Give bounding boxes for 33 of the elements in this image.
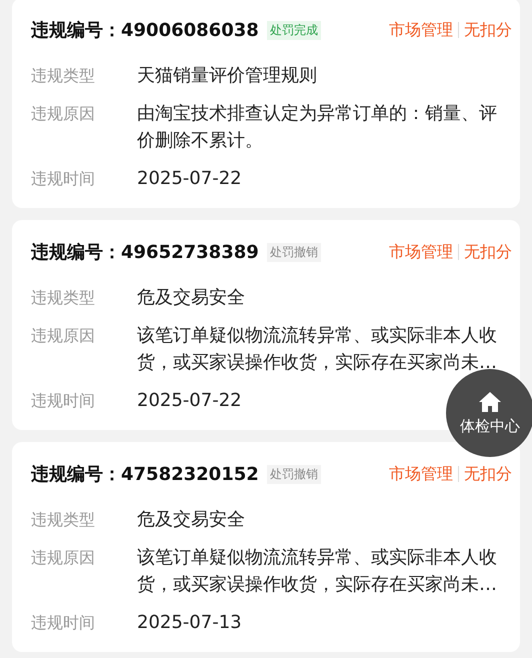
field-label: 违规时间 (31, 168, 96, 190)
home-icon (478, 390, 502, 412)
violation-number: 49006086038 (121, 20, 259, 40)
status-tag: 处罚撤销 (266, 464, 321, 484)
field-label: 违规时间 (31, 390, 96, 412)
field-label: 违规时间 (31, 612, 96, 634)
number-label: 违规编号： (31, 19, 121, 42)
field-value: 2025-07-22 (137, 389, 242, 413)
field-value: 危及交易安全 (137, 508, 245, 532)
category-label: 市场管理 (389, 20, 453, 40)
field-value: 天猫销量评价管理规则 (137, 64, 317, 88)
deduction-label: 无扣分 (464, 20, 512, 40)
field-value: 该笔订单疑似物流流转异常、或实际非本人收货，或买家误操作收货，实际存在买家尚未… (137, 546, 498, 597)
number-label: 违规编号： (31, 241, 121, 264)
violation-number: 47582320152 (121, 464, 259, 484)
field-label: 违规原因 (31, 547, 96, 569)
category-label: 市场管理 (389, 242, 453, 262)
status-tag: 处罚完成 (266, 20, 321, 40)
field-value: 2025-07-22 (137, 167, 242, 191)
field-value: 由淘宝技术排查认定为异常订单的：销量、评价删除不累计。 (137, 102, 498, 153)
status-tag: 处罚撤销 (266, 242, 321, 262)
field-label: 违规类型 (31, 509, 96, 531)
number-label: 违规编号： (31, 463, 121, 486)
field-label: 违规原因 (31, 325, 96, 347)
field-label: 违规原因 (31, 103, 96, 125)
field-label: 违规类型 (31, 287, 96, 309)
field-value: 危及交易安全 (137, 286, 245, 310)
deduction-label: 无扣分 (464, 242, 512, 262)
field-value: 2025-07-13 (137, 611, 242, 635)
violation-number: 49652738389 (121, 242, 259, 262)
field-label: 违规类型 (31, 65, 96, 87)
category-label: 市场管理 (389, 464, 453, 484)
deduction-label: 无扣分 (464, 464, 512, 484)
